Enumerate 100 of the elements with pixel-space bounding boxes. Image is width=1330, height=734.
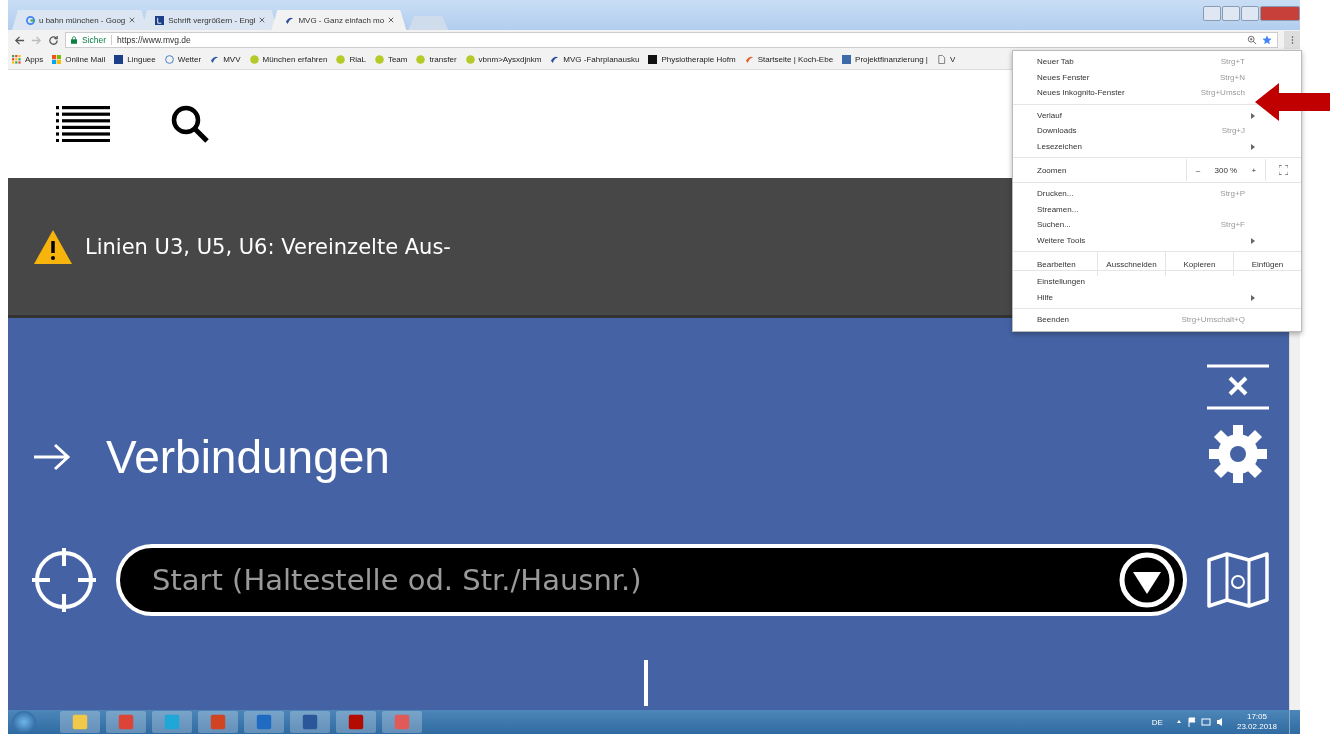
app-icon — [163, 713, 181, 731]
swoosh-icon — [210, 55, 220, 64]
swoosh-icon — [550, 55, 560, 64]
submenu-arrow-icon — [1251, 143, 1255, 150]
ball-icon — [374, 55, 384, 64]
taskbar-app[interactable] — [244, 711, 284, 733]
app-icon — [393, 713, 411, 731]
close-icon[interactable] — [388, 17, 395, 23]
start-input-field[interactable]: Start (Haltestelle od. Str./Hausnr.) — [150, 562, 1119, 598]
app-icon — [71, 713, 89, 731]
bookmark-item[interactable]: Online Mail — [52, 55, 106, 64]
taskbar-app[interactable] — [106, 711, 146, 733]
menu-item[interactable]: Neues Inkognito-Fenster Strg+Umsch — [1013, 85, 1255, 101]
square-logo-icon — [648, 55, 658, 64]
bookmark-item[interactable]: MVG -Fahrplanausku — [550, 55, 640, 64]
taskbar-app[interactable] — [382, 711, 422, 733]
clock-date[interactable]: 23.02.2018 — [1236, 722, 1277, 732]
menu-item[interactable]: Hilfe — [1013, 289, 1255, 305]
swoosh-icon — [285, 15, 295, 25]
bookmark-item[interactable]: Linguee — [114, 55, 156, 64]
bookmark-item[interactable]: Apps — [12, 55, 44, 64]
zoom-in-button[interactable]: + — [1248, 165, 1260, 175]
menu-icon[interactable] — [56, 106, 110, 142]
star-icon[interactable] — [1262, 35, 1272, 45]
bookmark-item[interactable]: vbnm>Aysxdjnkm — [465, 55, 542, 64]
start-field[interactable]: Start (Haltestelle od. Str./Hausnr.) — [116, 544, 1187, 616]
map-icon[interactable] — [1207, 552, 1269, 608]
grid-icon — [12, 55, 21, 64]
g-logo-icon — [26, 15, 35, 25]
zoom-out-button[interactable]: – — [1192, 165, 1204, 175]
bookmark-item[interactable]: Team — [374, 55, 408, 64]
menu-label: Zoomen — [1037, 165, 1068, 175]
language-indicator[interactable]: DE — [1151, 717, 1163, 727]
app-icon — [255, 713, 273, 731]
menu-item[interactable]: Suchen... Strg+F — [1013, 217, 1255, 233]
crosshair-icon[interactable] — [32, 548, 96, 612]
alert-text: Linien U3, U5, U6: Vereinzelte Aus- — [85, 234, 451, 259]
menu-item[interactable]: Downloads Strg+J — [1013, 123, 1255, 139]
ball-icon — [465, 55, 475, 64]
zoom-icon[interactable] — [1247, 35, 1257, 45]
settings-icon[interactable] — [1208, 424, 1268, 484]
menu-item[interactable]: Einstellungen — [1013, 274, 1255, 290]
clock-time[interactable]: 17:05 — [1246, 712, 1267, 722]
close-window-button[interactable] — [1260, 6, 1300, 21]
bookmark-item[interactable]: Projektfinanzierung | — [842, 55, 928, 64]
submenu-arrow-icon — [1251, 294, 1255, 301]
bookmark-item[interactable]: transfer — [416, 55, 457, 64]
zoom-value: 300 % — [1214, 165, 1238, 175]
search-icon[interactable] — [170, 104, 210, 144]
forward-icon[interactable] — [31, 34, 42, 46]
edit-action-button[interactable]: Kopieren — [1165, 252, 1233, 276]
ball-icon — [336, 55, 346, 64]
bookmark-item[interactable]: Wetter — [164, 55, 202, 64]
menu-item[interactable]: Lesezeichen — [1013, 138, 1255, 154]
app-icon — [301, 713, 319, 731]
submenu-arrow-icon — [1251, 237, 1255, 244]
taskbar-app[interactable] — [60, 711, 100, 733]
taskbar-app[interactable] — [290, 711, 330, 733]
lock-icon — [71, 36, 77, 44]
windows-logo-icon — [52, 55, 62, 64]
bookmark-item[interactable]: Startseite | Koch-Ebe — [744, 55, 834, 64]
taskbar-app[interactable] — [198, 711, 238, 733]
app-icon — [117, 713, 135, 731]
menu-item[interactable]: Neuer Tab Strg+T — [1013, 54, 1255, 70]
ball-icon — [416, 55, 426, 64]
back-icon[interactable] — [14, 34, 25, 46]
arrow-right-icon — [32, 442, 72, 472]
bookmark-item[interactable]: V — [936, 55, 956, 64]
edit-action-button[interactable]: Einfügen — [1233, 252, 1301, 276]
menu-label: Bearbeiten — [1037, 258, 1077, 271]
bookmark-item[interactable]: RiaL — [336, 55, 366, 64]
bookmark-item[interactable]: München erfahren — [249, 55, 328, 64]
square-logo-icon — [114, 55, 124, 64]
address-bar[interactable]: Sicher https://www.mvg.de — [65, 32, 1278, 48]
taskbar-app[interactable] — [336, 711, 376, 733]
menu-item[interactable]: Neues Fenster Strg+N — [1013, 69, 1255, 85]
section-heading: Verbindungen — [106, 430, 390, 484]
reload-icon[interactable] — [48, 34, 59, 46]
menu-item[interactable]: Streamen... — [1013, 201, 1255, 217]
submenu-arrow-icon — [1251, 112, 1255, 119]
browser-tab[interactable]: MVG - Ganz einfach mo — [271, 10, 407, 30]
minimize-button[interactable] — [1222, 6, 1240, 21]
restore-button[interactable] — [1241, 6, 1259, 21]
book-icon — [155, 15, 165, 25]
menu-item[interactable]: Drucken... Strg+P — [1013, 186, 1255, 202]
bookmark-item[interactable]: MVV — [210, 55, 241, 64]
start-button[interactable] — [12, 711, 36, 733]
close-icon[interactable] — [129, 17, 136, 23]
square-logo-icon — [842, 55, 852, 64]
globe-icon — [164, 55, 174, 64]
menu-item[interactable]: Weitere Tools — [1013, 232, 1255, 248]
bookmark-item[interactable]: Physiotherapie Hofm — [648, 55, 736, 64]
app-icon — [209, 713, 227, 731]
menu-item[interactable]: Verlauf — [1013, 107, 1255, 123]
edit-action-button[interactable]: Ausschneiden — [1097, 252, 1165, 276]
tray-icons-drawing[interactable] — [1174, 717, 1225, 727]
dropdown-icon[interactable] — [1119, 552, 1175, 608]
page-icon — [936, 55, 946, 64]
close-icon[interactable] — [259, 17, 266, 23]
more-icon — [1290, 35, 1294, 45]
